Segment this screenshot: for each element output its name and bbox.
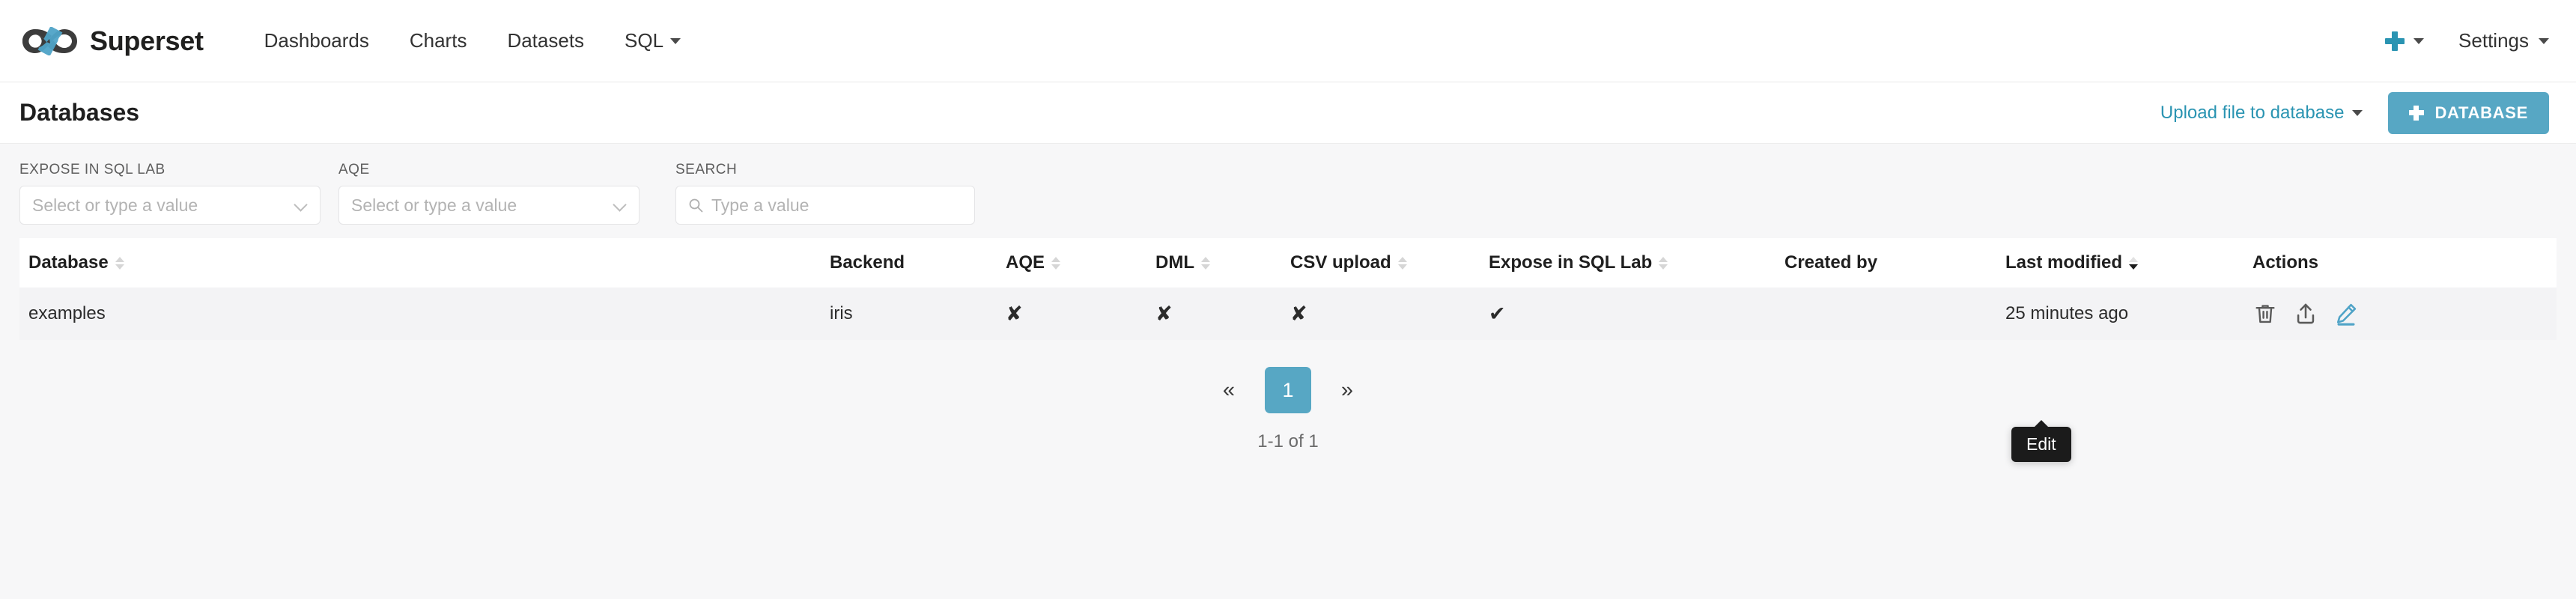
plus-icon bbox=[2385, 31, 2405, 51]
column-header-created-by: Created by bbox=[1775, 238, 1996, 288]
filter-aqe-label: AQE bbox=[338, 162, 370, 177]
pagination-next-button[interactable]: » bbox=[1331, 378, 1364, 403]
superset-infinity-logo-icon bbox=[22, 26, 77, 55]
cell-aqe: ✘ bbox=[1006, 302, 1023, 325]
table-row[interactable]: examples iris ✘ ✘ ✘ ✔ 25 minutes ago bbox=[19, 288, 2557, 340]
nav-link-datasets[interactable]: Datasets bbox=[487, 29, 604, 52]
column-header-actions-label: Actions bbox=[2253, 252, 2319, 273]
column-header-expose-in-sql-lab[interactable]: Expose in SQL Lab bbox=[1480, 238, 1775, 288]
column-header-last-modified-label: Last modified bbox=[2005, 252, 2123, 273]
upload-file-to-database-label: Upload file to database bbox=[2160, 102, 2345, 123]
chevron-down-icon bbox=[2414, 37, 2425, 44]
column-header-backend-label: Backend bbox=[830, 252, 905, 273]
brand-home-link[interactable]: Superset bbox=[21, 25, 204, 57]
column-header-expose-in-sql-lab-label: Expose in SQL Lab bbox=[1489, 252, 1653, 273]
cell-backend: iris bbox=[830, 303, 853, 323]
brand-name: Superset bbox=[90, 25, 204, 56]
cell-csv-upload: ✘ bbox=[1290, 302, 1307, 325]
edit-pencil-icon[interactable] bbox=[2333, 301, 2359, 326]
navbar-links: Dashboards Charts Datasets SQL bbox=[244, 29, 701, 52]
column-header-aqe[interactable]: AQE bbox=[997, 238, 1146, 288]
add-database-button[interactable]: DATABASE bbox=[2388, 91, 2549, 134]
search-box[interactable] bbox=[675, 186, 975, 225]
column-header-csv-upload[interactable]: CSV upload bbox=[1281, 238, 1480, 288]
cell-database: examples bbox=[28, 303, 106, 323]
sort-icon[interactable] bbox=[1051, 256, 1061, 270]
edit-tooltip-label: Edit bbox=[2026, 434, 2056, 454]
column-header-dml[interactable]: DML bbox=[1146, 238, 1281, 288]
cell-last-modified: 25 minutes ago bbox=[2005, 303, 2129, 323]
cell-dml: ✘ bbox=[1155, 302, 1173, 325]
export-icon[interactable] bbox=[2293, 301, 2318, 326]
chevron-down-icon bbox=[2352, 109, 2363, 116]
filter-expose-in-sql-lab-select[interactable]: Select or type a value bbox=[19, 186, 321, 225]
search-icon bbox=[689, 198, 703, 213]
settings-menu-label: Settings bbox=[2458, 29, 2529, 52]
column-header-dml-label: DML bbox=[1155, 252, 1194, 273]
filter-aqe: AQE Select or type a value bbox=[338, 162, 640, 225]
row-actions bbox=[2253, 301, 2548, 326]
cell-created-by bbox=[1775, 288, 1996, 340]
sort-icon[interactable] bbox=[115, 256, 124, 270]
column-header-last-modified[interactable]: Last modified bbox=[1996, 238, 2244, 288]
sort-icon[interactable] bbox=[1200, 256, 1210, 270]
filter-expose-in-sql-lab-label: EXPOSE IN SQL LAB bbox=[19, 162, 165, 177]
record-count: 1-1 of 1 bbox=[1257, 431, 1319, 451]
filter-expose-in-sql-lab-placeholder: Select or type a value bbox=[32, 195, 198, 215]
sort-icon[interactable] bbox=[1397, 256, 1407, 270]
column-header-database-label: Database bbox=[28, 252, 109, 273]
chevron-down-icon bbox=[613, 198, 627, 212]
search-input[interactable] bbox=[711, 195, 962, 216]
add-database-button-label: DATABASE bbox=[2434, 103, 2528, 122]
nav-link-sql-label: SQL bbox=[625, 29, 664, 52]
top-navbar: Superset Dashboards Charts Datasets SQL … bbox=[0, 0, 2576, 82]
nav-link-datasets-label: Datasets bbox=[507, 29, 585, 52]
column-header-backend: Backend bbox=[821, 238, 997, 288]
cell-expose-in-sql-lab: ✔ bbox=[1489, 302, 1506, 325]
edit-tooltip: Edit bbox=[2011, 420, 2071, 462]
column-header-actions: Actions bbox=[2244, 238, 2557, 288]
filter-expose-in-sql-lab: EXPOSE IN SQL LAB Select or type a value bbox=[19, 162, 321, 225]
navbar-right-actions: Settings bbox=[2385, 29, 2549, 52]
nav-link-sql[interactable]: SQL bbox=[604, 29, 701, 52]
chevron-down-icon bbox=[670, 37, 681, 44]
pagination-page-1[interactable]: 1 bbox=[1265, 367, 1311, 413]
page-header: Databases Upload file to database DATABA… bbox=[0, 82, 2576, 144]
databases-table: Database Backend AQE DML CSV upload Expo… bbox=[19, 238, 2557, 340]
page-title: Databases bbox=[19, 99, 140, 126]
table-header-row: Database Backend AQE DML CSV upload Expo… bbox=[19, 238, 2557, 288]
plus-icon bbox=[2409, 105, 2425, 121]
column-header-database[interactable]: Database bbox=[19, 238, 821, 288]
filter-search: SEARCH bbox=[675, 162, 975, 225]
sort-icon-active-desc[interactable] bbox=[2129, 256, 2139, 270]
cell-actions bbox=[2244, 288, 2557, 340]
sort-icon[interactable] bbox=[1659, 256, 1668, 270]
column-header-created-by-label: Created by bbox=[1784, 252, 1878, 273]
pagination-prev-button[interactable]: « bbox=[1212, 378, 1245, 403]
search-label: SEARCH bbox=[675, 162, 738, 177]
filter-bar: EXPOSE IN SQL LAB Select or type a value… bbox=[0, 144, 2576, 238]
column-header-csv-upload-label: CSV upload bbox=[1290, 252, 1391, 273]
chevron-down-icon bbox=[2539, 37, 2549, 44]
nav-link-charts-label: Charts bbox=[409, 29, 467, 52]
filter-aqe-select[interactable]: Select or type a value bbox=[338, 186, 640, 225]
pagination: « 1 » bbox=[0, 367, 2576, 413]
filter-aqe-placeholder: Select or type a value bbox=[351, 195, 517, 215]
nav-link-dashboards[interactable]: Dashboards bbox=[244, 29, 389, 52]
nav-link-dashboards-label: Dashboards bbox=[264, 29, 369, 52]
trash-icon[interactable] bbox=[2253, 301, 2278, 326]
page-header-actions: Upload file to database DATABASE bbox=[2160, 91, 2549, 134]
nav-link-charts[interactable]: Charts bbox=[389, 29, 487, 52]
new-item-menu[interactable] bbox=[2385, 31, 2425, 51]
chevron-down-icon bbox=[294, 198, 308, 212]
settings-menu[interactable]: Settings bbox=[2458, 29, 2549, 52]
column-header-aqe-label: AQE bbox=[1006, 252, 1045, 273]
upload-file-to-database-menu[interactable]: Upload file to database bbox=[2160, 103, 2363, 124]
